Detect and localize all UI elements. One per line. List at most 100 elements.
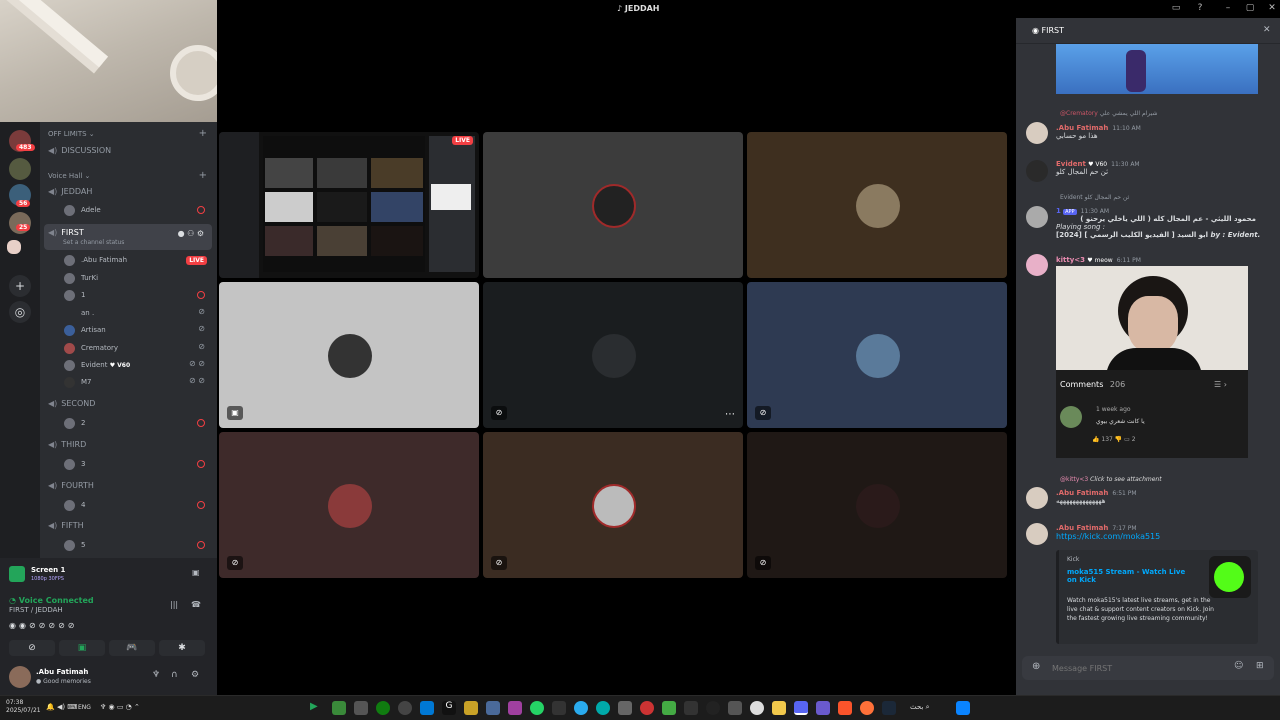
search-box[interactable]: بحث ⌕ (910, 703, 930, 712)
minimize-icon[interactable]: – (1222, 3, 1234, 15)
participant-tile[interactable]: ⊘ (747, 282, 1007, 428)
screen-share-tile[interactable]: LIVE (219, 132, 479, 278)
inbox-icon[interactable]: ▭ (1170, 3, 1182, 15)
outlook-icon[interactable] (420, 701, 434, 715)
play-app-icon[interactable]: ▶ (310, 701, 324, 715)
participant-tile[interactable]: ⊘ (219, 432, 479, 578)
headphones-icon[interactable]: ∩ (171, 670, 178, 680)
settings-icon[interactable]: ⚙ (191, 670, 199, 680)
voice-user[interactable]: Adele (64, 204, 101, 216)
firefox-icon[interactable] (860, 701, 874, 715)
avatar[interactable] (1026, 122, 1048, 144)
category-voice-hall[interactable]: Voice Hall ⌄ (48, 172, 90, 180)
channel-fifth[interactable]: ◀) FIFTH (48, 521, 84, 530)
voice-user[interactable]: 2 (64, 417, 85, 429)
author-name[interactable]: 1 (1056, 207, 1061, 215)
voice-user[interactable]: Evident ♥ V60 (64, 359, 130, 371)
help-icon[interactable]: ? (1194, 3, 1206, 15)
tray-icons[interactable]: ♆ ◉ ▭ ◔ ⌃ (100, 703, 140, 711)
noise-icon[interactable]: ||| (170, 600, 178, 609)
embed-title[interactable]: moka515 Stream - Watch Live on Kick (1067, 568, 1197, 584)
app-icon[interactable] (596, 701, 610, 715)
close-window-icon[interactable]: ✕ (1266, 3, 1278, 15)
folder-icon[interactable] (7, 240, 21, 254)
channel-first[interactable]: ◀) FIRST Set a channel status ● ⚇ ⚙ (44, 224, 212, 250)
channel-third[interactable]: ◀) THIRD (48, 440, 86, 449)
soundboard-button[interactable]: ✱ (159, 640, 205, 656)
channel-discussion[interactable]: ◀) DISCUSSION (48, 146, 111, 155)
discord-icon[interactable] (794, 701, 808, 715)
emoji-icon[interactable]: ☺ (1234, 661, 1243, 671)
video-attachment[interactable] (1056, 266, 1248, 370)
app-icon[interactable] (640, 701, 654, 715)
app-icon[interactable] (508, 701, 522, 715)
voice-user[interactable]: 4 (64, 499, 85, 511)
close-chat-icon[interactable]: ✕ (1263, 25, 1271, 35)
avatar[interactable] (1026, 487, 1048, 509)
app-icon[interactable] (464, 701, 478, 715)
message-input[interactable] (1052, 661, 1212, 675)
voice-user[interactable]: M7 (64, 376, 92, 388)
avatar[interactable] (1026, 206, 1048, 228)
app-icon[interactable] (728, 701, 742, 715)
share-screen-button[interactable]: ▣ (59, 640, 105, 656)
camera-button[interactable]: ⊘ (9, 640, 55, 656)
brave-icon[interactable] (838, 701, 852, 715)
voice-user[interactable]: 1 (64, 289, 85, 301)
author-name[interactable]: .Abu Fatimah (1056, 524, 1108, 532)
participant-tile[interactable]: ▣ (219, 282, 479, 428)
app-icon[interactable] (706, 701, 720, 715)
app-icon[interactable] (398, 701, 412, 715)
author-name[interactable]: Evident (1056, 160, 1086, 168)
add-channel-icon[interactable]: + (199, 170, 207, 181)
set-status-label[interactable]: Set a channel status (63, 239, 124, 246)
activities-button[interactable]: 🎮 (109, 640, 155, 656)
author-name[interactable]: .Abu Fatimah (1056, 124, 1108, 132)
app-icon[interactable] (750, 701, 764, 715)
attach-icon[interactable]: ⊕ (1032, 661, 1040, 672)
voice-user[interactable]: .Abu Fatimah (64, 254, 127, 266)
channel-second[interactable]: ◀) SECOND (48, 399, 95, 408)
participant-tile[interactable]: ⊘ (483, 432, 743, 578)
mic-icon[interactable]: ♆ (152, 670, 160, 680)
disconnect-icon[interactable]: ☎ (191, 600, 201, 609)
telegram-icon[interactable] (574, 701, 588, 715)
avatar[interactable] (1026, 160, 1048, 182)
participant-tile[interactable]: ⊘ ⋯ (483, 282, 743, 428)
voice-user[interactable]: 5 (64, 539, 85, 551)
system-tray-icons[interactable]: 🔔 ◀) ⌨ (46, 703, 77, 711)
add-channel-icon[interactable]: + (199, 128, 207, 139)
language-indicator[interactable]: ENG (78, 704, 91, 711)
reply-preview[interactable]: @Crematory شيرام اللي يمشي علي (1060, 110, 1158, 117)
stop-stream-icon[interactable]: ▣ (192, 568, 200, 577)
start-icon[interactable] (956, 701, 970, 715)
sort-icon[interactable]: ☰ › (1214, 380, 1227, 389)
app-icon[interactable] (618, 701, 632, 715)
message-link[interactable]: https://kick.com/moka515 (1056, 532, 1266, 541)
add-server-icon[interactable]: + (9, 275, 31, 297)
steam-icon[interactable] (882, 701, 896, 715)
whatsapp-icon[interactable] (530, 701, 544, 715)
discover-icon[interactable]: ◎ (9, 301, 31, 323)
participant-tile[interactable] (483, 132, 743, 278)
file-explorer-icon[interactable] (772, 701, 786, 715)
voice-user[interactable]: Crematory (64, 342, 118, 354)
reply-preview[interactable]: Evident ثن حم المجال كلو (1060, 194, 1129, 201)
reply-preview[interactable]: @kitty<3 Click to see attachment (1060, 476, 1162, 483)
avatar[interactable] (1026, 523, 1048, 545)
category-off-limits[interactable]: OFF LIMITS ⌄ (48, 130, 95, 138)
voice-user[interactable]: Artisan (64, 324, 106, 336)
app-icon[interactable] (816, 701, 830, 715)
app-icon[interactable] (354, 701, 368, 715)
app-icon[interactable] (662, 701, 676, 715)
app-icon[interactable] (486, 701, 500, 715)
gamepad-icon[interactable]: ⊞ (1256, 661, 1264, 671)
app-icon[interactable] (552, 701, 566, 715)
participant-tile[interactable]: ⊘ (747, 432, 1007, 578)
xbox-icon[interactable] (376, 701, 390, 715)
more-options-icon[interactable]: ⋯ (725, 409, 735, 420)
voice-location[interactable]: FIRST / JEDDAH (9, 606, 63, 614)
server-icon[interactable] (9, 158, 31, 180)
voice-user[interactable]: TurKi (64, 272, 98, 284)
clock[interactable]: 07:38 2025/07/21 (6, 699, 41, 715)
